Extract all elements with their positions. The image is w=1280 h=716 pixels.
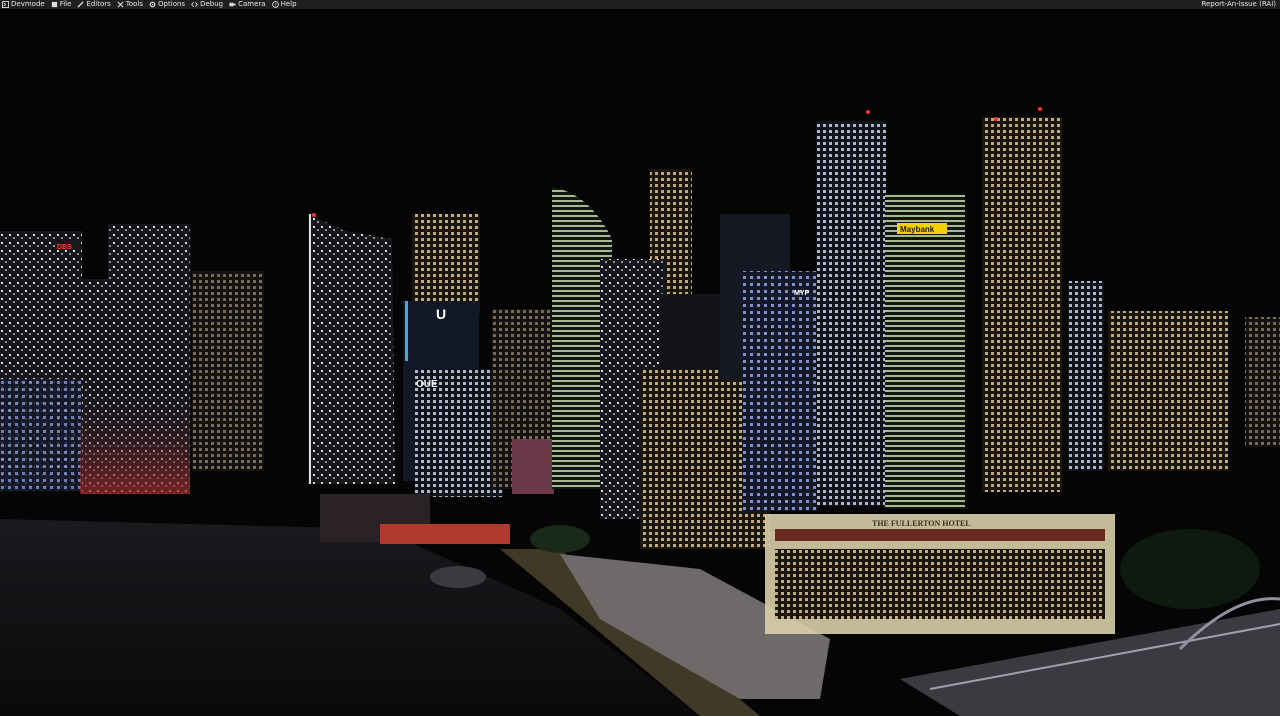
hotel-roof (775, 529, 1105, 541)
report-an-issue-button[interactable]: Report-An-Issue (RAI) (1201, 0, 1280, 9)
tower-left-3-red (80, 389, 190, 494)
menu-tools-label: Tools (125, 0, 144, 8)
tower-stepped (982, 117, 1062, 492)
aviation-light (866, 110, 870, 114)
menu-help-label: Help (280, 0, 297, 8)
red-pavilion (380, 524, 510, 544)
help-icon: ? (271, 1, 279, 8)
menu-camera-label: Camera (238, 0, 266, 8)
aviation-light (1038, 107, 1042, 111)
menu-file-label: File (59, 0, 72, 8)
tower-slender (308, 214, 395, 484)
menu-options-label: Options (158, 0, 186, 8)
myp-sign: MYP (794, 290, 810, 297)
tower-right-2 (1108, 311, 1228, 471)
menu-tools[interactable]: Tools (115, 0, 147, 9)
tower-tallest-top (842, 121, 882, 221)
tools-icon (117, 1, 124, 8)
tower-myp (742, 271, 818, 511)
hotel-sign: THE FULLERTON HOTEL (872, 519, 971, 528)
merlion-platform (430, 566, 486, 588)
menu-options[interactable]: Options (147, 0, 189, 9)
code-icon (191, 2, 198, 7)
file-icon (51, 1, 57, 8)
menu-help[interactable]: ? Help (270, 0, 301, 9)
main-menu: Devmode File Editors Tools Options Debug… (0, 0, 301, 9)
tower-right-3 (1245, 317, 1280, 447)
devmode-icon (2, 1, 9, 8)
menu-bar: Devmode File Editors Tools Options Debug… (0, 0, 1280, 9)
tower-dbs-glow (0, 379, 82, 491)
aviation-light (312, 213, 316, 217)
game-viewport[interactable]: DBS U OUE MYP Maybank THE FULLERTON HOTE… (0, 9, 1280, 716)
hotel-windows (775, 549, 1105, 619)
menu-devmode-label: Devmode (11, 0, 45, 8)
menu-editors-label: Editors (86, 0, 111, 8)
pencil-icon (77, 1, 85, 8)
menu-editors[interactable]: Editors (75, 0, 114, 9)
oue-sign: OUE (416, 379, 438, 390)
fullerton-hotel: THE FULLERTON HOTEL (765, 514, 1115, 634)
tower-uob-upper (412, 214, 480, 314)
tower-right-1 (1068, 281, 1104, 471)
tree-cluster (530, 525, 590, 553)
menu-devmode[interactable]: Devmode (0, 0, 49, 9)
uob-sign: U (436, 306, 446, 322)
gear-icon (149, 1, 156, 8)
dbs-sign: DBS (57, 244, 72, 251)
menu-debug[interactable]: Debug (189, 0, 227, 9)
maybank-sign: Maybank (900, 225, 935, 234)
camera-icon (229, 2, 236, 7)
tower-maybank (885, 194, 965, 509)
tower-uob-stripe (405, 301, 408, 361)
menu-debug-label: Debug (200, 0, 224, 8)
menu-camera[interactable]: Camera (227, 0, 269, 9)
tree-cluster (1120, 529, 1260, 609)
tower-mid-pink (512, 439, 554, 494)
aviation-light (994, 117, 998, 121)
tower-left-4 (192, 271, 264, 471)
menu-file[interactable]: File (49, 0, 76, 9)
